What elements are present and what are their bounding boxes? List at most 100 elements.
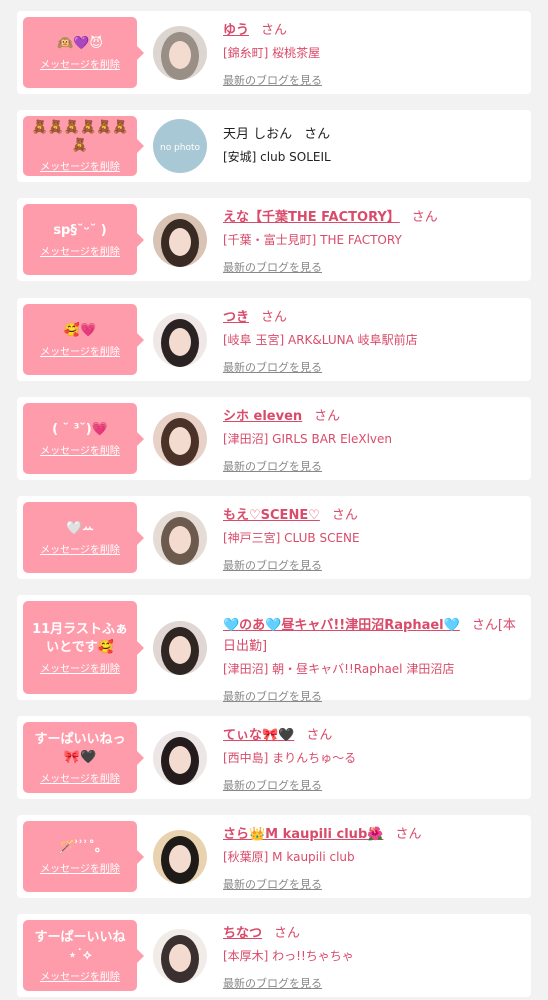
member-info: 天月 しおん さん [安城] club SOLEIL [223, 124, 523, 166]
name-line: ゆう さん [223, 20, 523, 41]
member-name-link[interactable]: つき [223, 310, 249, 325]
avatar[interactable] [153, 26, 207, 80]
latest-blog-link[interactable]: 最新のブログを見る [223, 72, 523, 88]
member-name-link[interactable]: さら👑M kaupili club🌺 [223, 827, 383, 842]
member-name-link[interactable]: シホ eleven [223, 409, 302, 424]
honorific-label: さん [274, 926, 301, 941]
delete-message-link[interactable]: メッセージを削除 [40, 158, 120, 173]
delete-message-link[interactable]: メッセージを削除 [40, 343, 120, 358]
shop-name: [本厚木] わっ!!ちゃちゃ [223, 949, 354, 963]
portrait-avatar-image [153, 412, 207, 466]
member-info: シホ eleven さん [津田沼] GIRLS BAR EleXlven 最新のブロ… [223, 406, 523, 474]
message-text: 🙉💜😈 [57, 35, 103, 51]
latest-blog-link[interactable]: 最新のブログを見る [223, 359, 523, 375]
avatar[interactable] [153, 412, 207, 466]
honorific-label: さん [411, 210, 438, 225]
shop-name: [津田沼] GIRLS BAR EleXlven [223, 432, 393, 446]
name-line: ちなつ さん [223, 923, 523, 944]
message-bubble: 🧸🧸🧸🧸🧸🧸🧸 メッセージを削除 [23, 116, 144, 176]
portrait-avatar-image [153, 511, 207, 565]
delete-message-link[interactable]: メッセージを削除 [40, 442, 120, 457]
delete-message-link[interactable]: メッセージを削除 [40, 660, 120, 675]
member-info: つき さん [岐阜 玉宮] ARK&LUNA 岐阜駅前店最新のブログを見る [223, 307, 523, 375]
latest-blog-link[interactable]: 最新のブログを見る [223, 876, 523, 892]
message-text: 11月ラストふぁいとです🥰 [32, 621, 128, 655]
member-name-link[interactable]: ゆう [223, 23, 249, 38]
latest-blog-link[interactable]: 最新のブログを見る [223, 259, 523, 275]
message-card: 🥰💗 メッセージを削除 つき さん [岐阜 玉宮] ARK&LUNA 岐阜駅前店最新のブ… [17, 298, 531, 381]
delete-message-link[interactable]: メッセージを削除 [40, 968, 120, 983]
message-text: 🥰💗 [63, 322, 97, 338]
message-list: 🙉💜😈 メッセージを削除 ゆう さん [錦糸町] 桜桃茶屋 最新のブログを見る 🧸🧸🧸🧸🧸🧸… [0, 0, 548, 1000]
message-text: ( ˘ ³˘)💗 [52, 421, 108, 437]
name-line: シホ eleven さん [223, 406, 523, 427]
message-text: すーぱいいねっ🎀🖤 [34, 731, 126, 765]
name-line: さら👑M kaupili club🌺 さん [223, 824, 523, 845]
shop-name: [西中島] まりんちゅ～る [223, 751, 357, 765]
no-photo-avatar-image: no photo [153, 119, 207, 173]
message-text: 🤍ꕀ [66, 520, 94, 536]
avatar[interactable] [153, 511, 207, 565]
latest-blog-link[interactable]: 最新のブログを見る [223, 557, 523, 573]
member-info: てぃな🎀🖤 さん [西中島] まりんちゅ～る最新のブログを見る [223, 725, 523, 793]
name-line: えな【千葉THE FACTORY】 さん [223, 207, 523, 228]
member-info: ちなつ さん [本厚木] わっ!!ちゃちゃ最新のブログを見る [223, 923, 523, 991]
member-name-link[interactable]: えな【千葉THE FACTORY】 [223, 210, 400, 225]
avatar[interactable] [153, 621, 207, 675]
member-info: ゆう さん [錦糸町] 桜桃茶屋最新のブログを見る [223, 20, 523, 88]
message-bubble: 🤍ꕀ メッセージを削除 [23, 502, 144, 573]
message-text: すーぱーいいね ⋆˙⟡ [34, 929, 126, 963]
name-line: もえ♡SCENE♡ さん [223, 505, 523, 526]
member-name-link[interactable]: 🩵のあ🩵昼キャバ!!津田沼Raphael🩵 [223, 618, 460, 633]
latest-blog-link[interactable]: 最新のブログを見る [223, 777, 523, 793]
message-text: 🧸🧸🧸🧸🧸🧸🧸 [31, 120, 129, 153]
latest-blog-link[interactable]: 最新のブログを見る [223, 688, 523, 704]
message-card: ( ˘ ³˘)💗 メッセージを削除 シホ eleven さん [津田沼] GIRLS B… [17, 397, 531, 480]
member-name-link[interactable]: もえ♡SCENE♡ [223, 508, 320, 523]
member-name-link[interactable]: ちなつ [223, 926, 262, 941]
message-card: sp§˘ᵕ˘ ) メッセージを削除 えな【千葉THE FACTORY】 さん [千葉・富… [17, 198, 531, 281]
delete-message-link[interactable]: メッセージを削除 [40, 860, 120, 875]
shop-name: [錦糸町] 桜桃茶屋 [223, 46, 321, 60]
avatar[interactable] [153, 731, 207, 785]
message-bubble: 🙉💜😈 メッセージを削除 [23, 17, 144, 88]
message-bubble: sp§˘ᵕ˘ ) メッセージを削除 [23, 204, 144, 275]
avatar[interactable] [153, 313, 207, 367]
avatar[interactable] [153, 213, 207, 267]
name-line: 🩵のあ🩵昼キャバ!!津田沼Raphael🩵 さん[本日出勤] [223, 615, 523, 657]
message-card: 🧸🧸🧸🧸🧸🧸🧸 メッセージを削除 no photo 天月 しおん さん [安城] club… [17, 110, 531, 182]
honorific-label: さん [331, 508, 358, 523]
message-card: 🙉💜😈 メッセージを削除 ゆう さん [錦糸町] 桜桃茶屋最新のブログを見る [17, 11, 531, 94]
delete-message-link[interactable]: メッセージを削除 [40, 56, 120, 71]
latest-blog-link[interactable]: 最新のブログを見る [223, 975, 523, 991]
honorific-label: さん [261, 23, 288, 38]
portrait-avatar-image [153, 929, 207, 983]
avatar[interactable] [153, 830, 207, 884]
cat-mask-avatar-image [153, 26, 207, 80]
message-text: 🪄 ͗ ͗ ͗˚｡ [58, 839, 102, 855]
name-line: つき さん [223, 307, 523, 328]
message-card: すーぱーいいね ⋆˙⟡ メッセージを削除 ちなつ さん [本厚木] わっ!!ちゃちゃ最新… [17, 914, 531, 997]
delete-message-link[interactable]: メッセージを削除 [40, 541, 120, 556]
member-name-link: 天月 しおん [223, 127, 293, 142]
avatar[interactable]: no photo [153, 119, 207, 173]
shop-name: [岐阜 玉宮] ARK&LUNA 岐阜駅前店 [223, 333, 418, 347]
name-line: てぃな🎀🖤 さん [223, 725, 523, 746]
message-card: 🪄 ͗ ͗ ͗˚｡ メッセージを削除 さら👑M kaupili club🌺 さん [秋葉… [17, 815, 531, 898]
honorific-label: さん [314, 409, 341, 424]
latest-blog-link[interactable]: 最新のブログを見る [223, 458, 523, 474]
panda-avatar-image [153, 830, 207, 884]
member-name-link[interactable]: てぃな🎀🖤 [223, 728, 294, 743]
message-bubble: 🪄 ͗ ͗ ͗˚｡ メッセージを削除 [23, 821, 144, 892]
shop-name: [千葉・富士見町] THE FACTORY [223, 233, 402, 247]
member-info: さら👑M kaupili club🌺 さん [秋葉原] M kaupili club… [223, 824, 523, 892]
delete-message-link[interactable]: メッセージを削除 [40, 770, 120, 785]
shop-name: [秋葉原] M kaupili club [223, 850, 355, 864]
delete-message-link[interactable]: メッセージを削除 [40, 243, 120, 258]
member-info: もえ♡SCENE♡ さん [神戸三宮] CLUB SCENE 最新のブログを見る [223, 505, 523, 573]
message-card: すーぱいいねっ🎀🖤 メッセージを削除 てぃな🎀🖤 さん [西中島] まりんちゅ～る最新の… [17, 716, 531, 799]
portrait-avatar-image [153, 621, 207, 675]
avatar[interactable] [153, 929, 207, 983]
message-bubble: 🥰💗 メッセージを削除 [23, 304, 144, 375]
message-bubble: すーぱいいねっ🎀🖤 メッセージを削除 [23, 722, 144, 793]
